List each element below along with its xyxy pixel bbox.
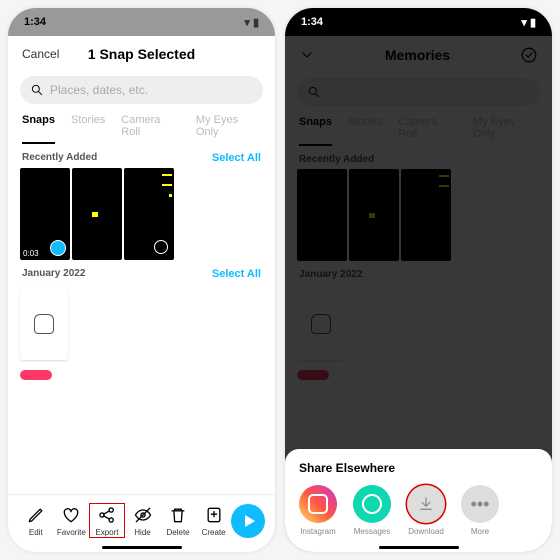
search-icon — [30, 83, 44, 97]
header: Cancel 1 Snap Selected — [8, 36, 275, 72]
share-download[interactable]: Download — [407, 485, 445, 536]
messages-icon — [353, 485, 391, 523]
phone-right: 1:34 ▾ ▮ Memories Snaps Stories Camera R… — [285, 8, 552, 552]
eye-off-icon — [133, 505, 153, 525]
cancel-button[interactable]: Cancel — [22, 47, 59, 61]
edit-button[interactable]: Edit — [18, 504, 54, 537]
create-button[interactable]: Create — [196, 504, 232, 537]
section-label: Recently Added — [22, 152, 97, 164]
hide-button[interactable]: Hide — [125, 504, 161, 537]
share-icon — [97, 505, 117, 525]
tabs: Snaps Stories Camera Roll My Eyes Only — [8, 108, 275, 144]
favorite-button[interactable]: Favorite — [54, 504, 90, 537]
section-recent-head: Recently Added Select All — [8, 144, 275, 168]
select-all-button[interactable]: Select All — [212, 268, 261, 280]
create-icon — [204, 505, 224, 525]
status-icons: ▾ ▮ — [521, 16, 536, 29]
snap-thumbnail-3[interactable] — [124, 168, 174, 260]
status-bar: 1:34 ▾ ▮ — [8, 8, 275, 36]
sheet-title: Share Elsewhere — [299, 461, 538, 475]
bottom-toolbar: Edit Favorite Export Hide Delete Create — [8, 494, 275, 552]
section-label: January 2022 — [22, 268, 85, 280]
ghost-icon — [34, 314, 54, 334]
search-placeholder: Places, dates, etc. — [50, 83, 148, 97]
share-row: Instagram Messages Download ••• More — [299, 485, 538, 536]
download-icon — [407, 485, 445, 523]
tab-stories[interactable]: Stories — [71, 114, 105, 144]
export-button[interactable]: Export — [89, 503, 125, 538]
instagram-icon — [299, 485, 337, 523]
tab-snaps[interactable]: Snaps — [22, 114, 55, 144]
battery-icon: ▮ — [530, 16, 536, 29]
send-button[interactable] — [231, 504, 265, 538]
battery-icon: ▮ — [253, 16, 259, 29]
share-instagram[interactable]: Instagram — [299, 485, 337, 536]
thumbnails-row: 0:03 — [8, 168, 275, 260]
tab-camera-roll[interactable]: Camera Roll — [121, 114, 180, 144]
more-icon: ••• — [461, 485, 499, 523]
header-title: 1 Snap Selected — [88, 46, 195, 62]
home-indicator — [379, 546, 459, 549]
status-icons: ▾ ▮ — [244, 16, 259, 29]
delete-button[interactable]: Delete — [160, 504, 196, 537]
share-more[interactable]: ••• More — [461, 485, 499, 536]
status-bar: 1:34 ▾ ▮ — [285, 8, 552, 36]
pencil-icon — [26, 505, 46, 525]
status-time: 1:34 — [301, 16, 323, 28]
wifi-icon: ▾ — [521, 16, 527, 29]
heart-icon — [61, 505, 81, 525]
phone-left: 1:34 ▾ ▮ Cancel 1 Snap Selected Places, … — [8, 8, 275, 552]
record-pill-icon — [20, 370, 52, 380]
trash-icon — [168, 505, 188, 525]
status-time: 1:34 — [24, 16, 46, 28]
snap-thumbnail-1[interactable]: 0:03 — [20, 168, 70, 260]
select-circle-icon — [154, 240, 168, 254]
share-sheet: Share Elsewhere Instagram Messages Downl… — [285, 449, 552, 552]
tab-my-eyes-only[interactable]: My Eyes Only — [196, 114, 261, 144]
home-indicator — [102, 546, 182, 549]
snap-thumbnail-2[interactable] — [72, 168, 122, 260]
search-input[interactable]: Places, dates, etc. — [20, 76, 263, 104]
wifi-icon: ▾ — [244, 16, 250, 29]
share-messages[interactable]: Messages — [353, 485, 391, 536]
section-jan-head: January 2022 Select All — [8, 260, 275, 284]
snap-thumbnail-jan[interactable] — [20, 288, 68, 360]
duration-label: 0:03 — [23, 249, 39, 258]
select-all-button[interactable]: Select All — [212, 152, 261, 164]
